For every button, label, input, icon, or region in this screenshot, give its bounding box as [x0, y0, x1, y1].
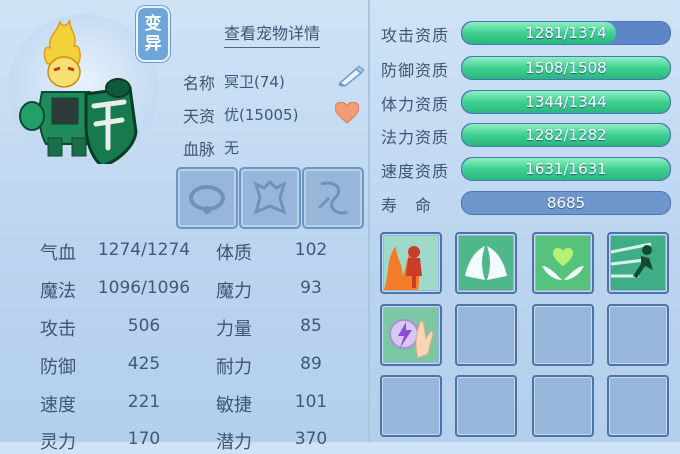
- stat-value-attack: 506: [127, 316, 161, 336]
- apt-value-defense: 1508/1508: [525, 59, 607, 77]
- apt-label-stamina: 体力资质: [381, 95, 450, 114]
- apt-label-defense: 防御资质: [381, 61, 450, 80]
- armor-icon: [253, 179, 287, 215]
- heart-icon[interactable]: [334, 101, 360, 128]
- name-value: 冥卫(74): [224, 73, 285, 91]
- name-label: 名称: [183, 74, 216, 93]
- skill-slot-7-empty[interactable]: [532, 304, 594, 366]
- stat-value-magic: 93: [300, 278, 322, 298]
- equip-slot-collar[interactable]: [176, 167, 238, 229]
- stat-label-attack: 攻击: [40, 319, 76, 340]
- mutation-badge-char-2: 异: [144, 34, 162, 54]
- apt-value-lifespan: 8685: [546, 194, 586, 212]
- skill-slot-10-empty[interactable]: [455, 375, 517, 437]
- apt-value-attack: 1281/1374: [525, 24, 607, 42]
- apt-bar-mana: 1282/1282: [461, 123, 671, 147]
- stat-value-constitution: 102: [294, 240, 328, 260]
- skill-slot-8-empty[interactable]: [607, 304, 669, 366]
- stat-value-potential: 370: [294, 429, 328, 449]
- talent-value: 优(15005): [224, 106, 299, 124]
- skill-slot-12-empty[interactable]: [607, 375, 669, 437]
- mutation-badge-char-1: 变: [144, 14, 162, 34]
- skill-slot-6-empty[interactable]: [455, 304, 517, 366]
- wings-skill-icon: [459, 236, 513, 290]
- apt-label-attack: 攻击资质: [381, 26, 450, 45]
- stat-value-mp: 1096/1096: [97, 278, 191, 298]
- skill-slot-9-empty[interactable]: [380, 375, 442, 437]
- apt-bar-speed: 1631/1631: [461, 157, 671, 181]
- fire-aura-skill-icon: [384, 236, 438, 290]
- equip-slot-charm[interactable]: [302, 167, 364, 229]
- skill-slot-1[interactable]: [380, 232, 442, 294]
- apt-bar-lifespan: 8685: [461, 191, 671, 215]
- apt-value-stamina: 1344/1344: [525, 93, 607, 111]
- stat-label-potential: 潜力: [216, 432, 252, 453]
- stat-value-spirit: 170: [127, 429, 161, 449]
- apt-value-speed: 1631/1631: [525, 160, 607, 178]
- collar-icon: [189, 185, 225, 214]
- stat-label-mp: 魔法: [40, 281, 76, 302]
- stat-value-agility: 101: [294, 392, 328, 412]
- stat-label-defense: 防御: [40, 357, 76, 378]
- apt-label-lifespan: 寿 命: [381, 196, 433, 215]
- apt-bar-stamina: 1344/1344: [461, 90, 671, 114]
- stat-label-endurance: 耐力: [216, 357, 252, 378]
- apt-bar-defense: 1508/1508: [461, 56, 671, 80]
- mutation-badge: 变 异: [136, 6, 170, 62]
- heart-wings-skill-icon: [536, 236, 590, 290]
- panel-divider: [368, 0, 370, 442]
- apt-value-mana: 1282/1282: [525, 126, 607, 144]
- skill-slot-11-empty[interactable]: [532, 375, 594, 437]
- skill-slot-4[interactable]: [607, 232, 669, 294]
- stat-label-strength: 力量: [216, 319, 252, 340]
- view-pet-details-link[interactable]: 查看宠物详情: [224, 20, 321, 48]
- stat-label-spirit: 灵力: [40, 432, 76, 453]
- stat-label-constitution: 体质: [216, 243, 252, 264]
- edit-name-icon[interactable]: [336, 65, 365, 91]
- apt-label-mana: 法力资质: [381, 128, 450, 147]
- charm-icon: [317, 181, 348, 215]
- stat-label-hp: 气血: [40, 243, 76, 264]
- skill-slot-3[interactable]: [532, 232, 594, 294]
- apt-label-speed: 速度资质: [381, 162, 450, 181]
- stat-value-defense: 425: [127, 354, 161, 374]
- stat-value-hp: 1274/1274: [97, 240, 191, 260]
- stat-label-magic: 魔力: [216, 281, 252, 302]
- bloodline-label: 血脉: [183, 140, 216, 159]
- talent-label: 天资: [183, 107, 216, 126]
- skill-slot-5[interactable]: [380, 304, 442, 366]
- skill-slot-2[interactable]: [455, 232, 517, 294]
- stat-label-speed: 速度: [40, 395, 76, 416]
- stat-label-agility: 敏捷: [216, 395, 252, 416]
- apt-bar-attack: 1281/1374: [461, 21, 671, 45]
- sprint-skill-icon: [611, 236, 665, 290]
- lightning-hand-skill-icon: [384, 308, 438, 362]
- stat-value-strength: 85: [300, 316, 322, 336]
- stat-value-speed: 221: [127, 392, 161, 412]
- bloodline-value: 无: [224, 139, 240, 157]
- stat-value-endurance: 89: [300, 354, 322, 374]
- equip-slot-armor[interactable]: [239, 167, 301, 229]
